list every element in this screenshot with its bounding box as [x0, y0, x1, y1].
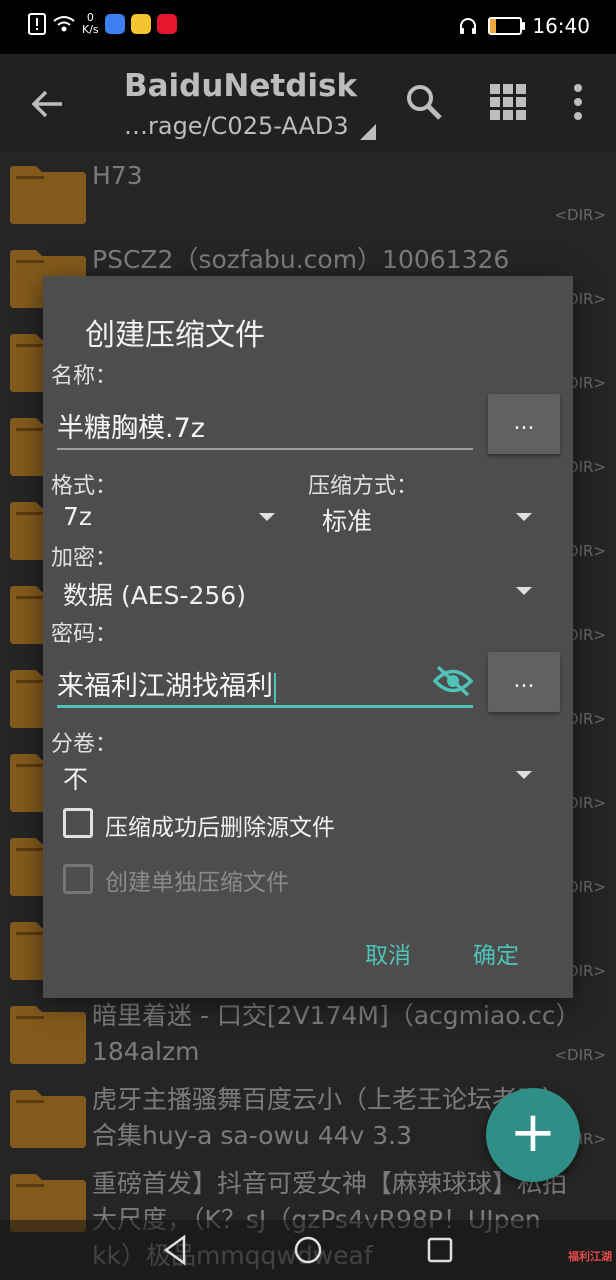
nav-recents-icon[interactable]	[424, 1234, 456, 1266]
app-title: BaiduNetdisk	[124, 68, 358, 104]
split-dropdown-arrow-icon	[516, 771, 532, 779]
clock: 16:40	[532, 14, 590, 38]
battery-icon	[488, 17, 526, 35]
status-bar: 0 K/s 16:40	[0, 0, 616, 54]
format-label: 格式：	[51, 474, 118, 499]
watermark-logo: 福利江湖	[568, 1250, 612, 1263]
app-icon	[130, 14, 151, 34]
battery-level	[490, 19, 497, 33]
path-dropdown-icon[interactable]	[360, 124, 376, 140]
dialog-title: 创建压缩文件	[85, 318, 265, 353]
ok-button[interactable]: 确定	[473, 936, 519, 970]
nav-back-icon[interactable]	[160, 1234, 192, 1266]
more-menu-icon[interactable]	[558, 82, 598, 122]
separate-archives-checkbox	[63, 864, 93, 894]
delete-source-checkbox[interactable]	[63, 808, 93, 838]
archive-name-field[interactable]: 半糖胸模.7z	[57, 398, 473, 450]
browse-name-button[interactable]: ...	[488, 394, 560, 454]
password-options-button[interactable]: ...	[488, 652, 560, 712]
encryption-dropdown-arrow-icon	[516, 587, 532, 595]
create-archive-dialog: 创建压缩文件 名称： 半糖胸模.7z ... 格式： 压缩方式： 7z 标准 加…	[43, 276, 573, 998]
nav-home-icon[interactable]	[292, 1234, 324, 1266]
cancel-button[interactable]: 取消	[365, 936, 411, 970]
speed-unit: K/s	[82, 23, 99, 36]
password-value: 来福利江湖找福利	[57, 664, 276, 703]
text-caret	[274, 672, 276, 703]
headphones-icon	[460, 18, 477, 34]
method-value: 标准	[322, 507, 373, 536]
archive-name-value: 半糖胸模.7z	[57, 413, 205, 444]
visibility-off-icon[interactable]	[433, 664, 473, 698]
separate-archives-label: 创建单独压缩文件	[105, 870, 289, 896]
format-dropdown-arrow-icon	[259, 513, 275, 521]
search-icon[interactable]	[404, 82, 444, 122]
split-label: 分卷：	[51, 732, 118, 757]
app-bar: BaiduNetdisk …rage/C025-AAD3	[0, 54, 616, 152]
password-text: 来福利江湖找福利	[57, 671, 273, 702]
name-label: 名称：	[51, 364, 118, 389]
back-arrow-icon[interactable]	[28, 86, 68, 122]
method-label: 压缩方式：	[308, 474, 419, 499]
delete-source-label[interactable]: 压缩成功后删除源文件	[105, 808, 335, 842]
status-right: 16:40	[458, 14, 590, 38]
weibo-icon	[156, 14, 177, 34]
add-fab-button[interactable]: +	[486, 1088, 580, 1182]
encryption-value: 数据 (AES-256)	[63, 581, 246, 610]
grid-view-icon[interactable]	[488, 82, 528, 122]
method-dropdown-arrow-icon	[516, 513, 532, 521]
split-value: 不	[63, 765, 89, 794]
wifi-icon	[53, 16, 75, 32]
alert-icon	[28, 13, 46, 35]
baidu-netdisk-icon	[104, 14, 125, 34]
password-field[interactable]: 来福利江湖找福利	[57, 656, 473, 708]
status-left: 0 K/s	[28, 12, 177, 36]
navigation-bar: 福利江湖	[0, 1220, 616, 1280]
current-path[interactable]: …rage/C025-AAD3	[124, 112, 349, 140]
password-underline	[57, 705, 473, 708]
encryption-label: 加密：	[51, 546, 118, 571]
archive-name-underline	[57, 448, 473, 450]
network-speed: 0 K/s	[82, 12, 99, 36]
password-label: 密码：	[51, 622, 118, 647]
format-value: 7z	[63, 502, 93, 531]
